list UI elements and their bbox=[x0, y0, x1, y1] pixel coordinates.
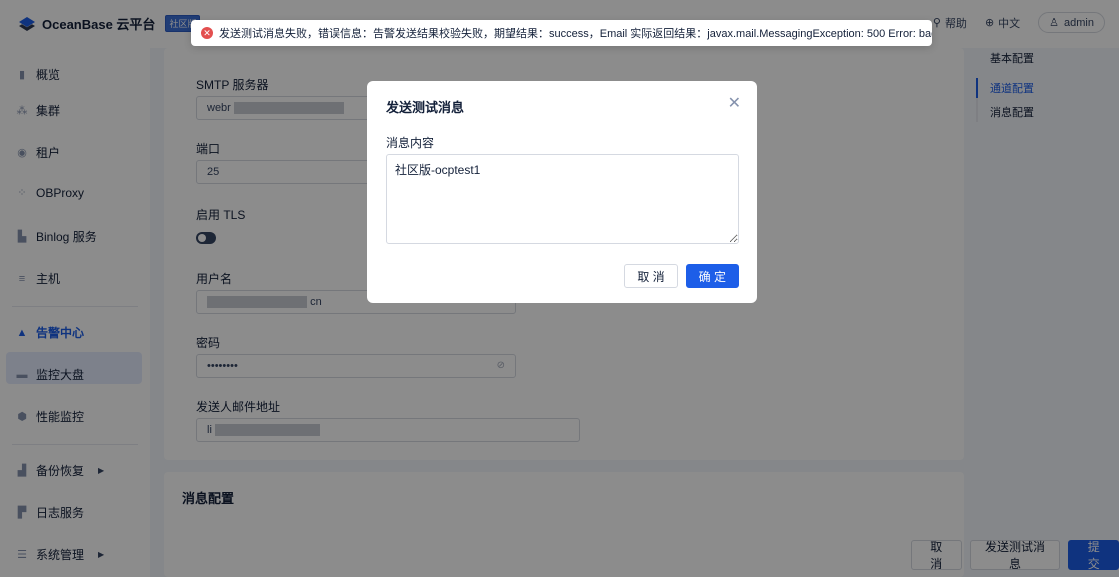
modal-footer: 取 消 确 定 bbox=[624, 264, 739, 288]
toast-message: 发送测试消息失败，错误信息：告警发送结果校验失败，期望结果：success，Em… bbox=[219, 28, 932, 40]
modal-title: 发送测试消息 bbox=[386, 100, 465, 115]
error-toast: ✕ 发送测试消息失败，错误信息：告警发送结果校验失败，期望结果：success，… bbox=[191, 20, 932, 46]
send-test-modal: 发送测试消息 ✕ 消息内容 社区版-ocptest1 取 消 确 定 bbox=[367, 81, 757, 303]
error-circle-icon: ✕ bbox=[201, 27, 213, 39]
close-icon[interactable]: ✕ bbox=[728, 93, 741, 113]
modal-cancel-button[interactable]: 取 消 bbox=[624, 264, 678, 288]
message-content-textarea[interactable]: 社区版-ocptest1 bbox=[386, 154, 739, 244]
content-label: 消息内容 bbox=[386, 136, 435, 150]
modal-confirm-button[interactable]: 确 定 bbox=[685, 264, 739, 288]
